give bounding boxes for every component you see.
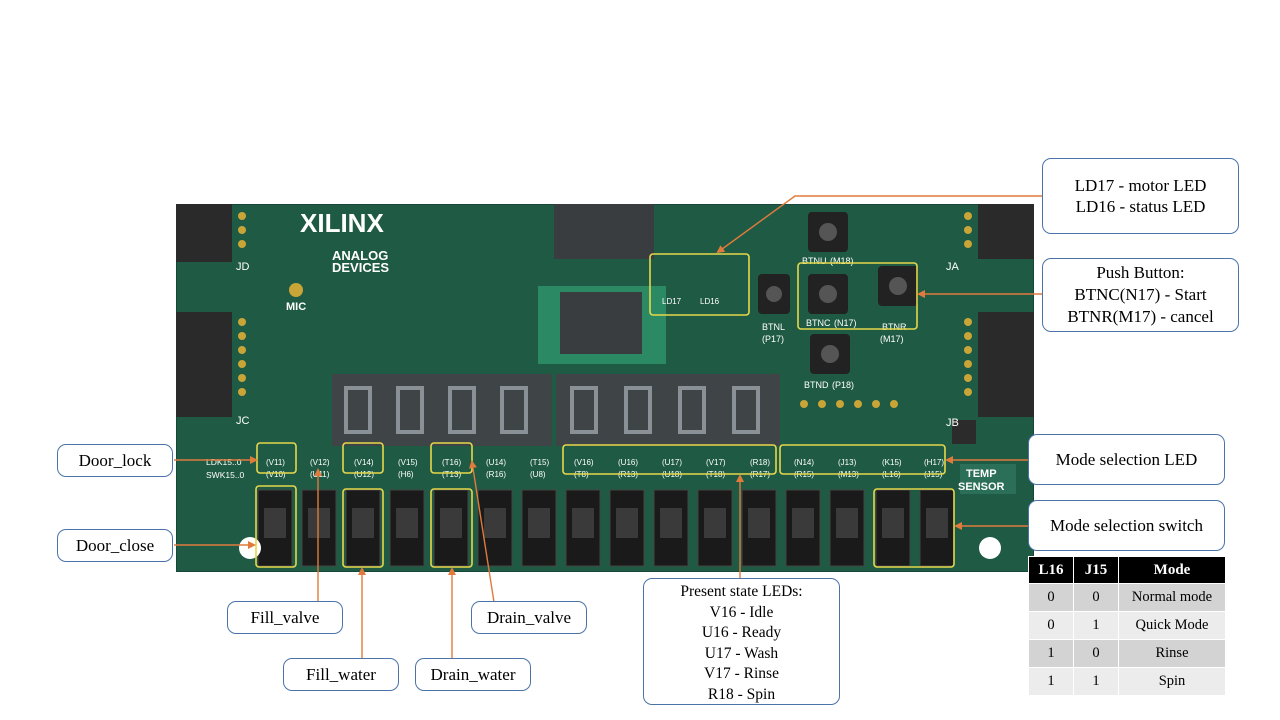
ld17-description: LD17 - motor LED xyxy=(1074,176,1207,195)
highlight-box-v14 xyxy=(342,442,384,474)
callout-fill-valve: Fill_valve xyxy=(227,601,343,634)
callout-door-lock: Door_lock xyxy=(57,444,173,477)
table-row: 1 0 Rinse xyxy=(1029,640,1225,667)
state-idle: V16 - Idle xyxy=(709,603,774,621)
callout-door-close: Door_close xyxy=(57,529,173,562)
table-row: 0 0 Normal mode xyxy=(1029,584,1225,611)
table-cell: Normal mode xyxy=(1119,584,1225,611)
table-cell: Rinse xyxy=(1119,640,1225,667)
callout-drain-water: Drain_water xyxy=(415,658,531,691)
fill-valve-label: Fill_valve xyxy=(250,607,320,627)
callout-mode-selection-switch: Mode selection switch xyxy=(1028,500,1225,551)
highlight-box-mode-switches xyxy=(873,488,955,568)
callout-drain-valve: Drain_valve xyxy=(471,601,587,634)
table-cell: 1 xyxy=(1029,668,1073,695)
present-state-title: Present state LEDs: xyxy=(680,583,803,600)
callout-present-state-leds: Present state LEDs: V16 - Idle U16 - Rea… xyxy=(643,578,840,705)
ld16-description: LD16 - status LED xyxy=(1075,197,1206,216)
mode-table-header: L16 J15 Mode xyxy=(1029,557,1225,583)
callout-led-info: LD17 - motor LED LD16 - status LED xyxy=(1042,158,1239,234)
mode-switch-label: Mode selection switch xyxy=(1050,515,1203,535)
drain-water-label: Drain_water xyxy=(430,664,516,684)
table-row: 1 1 Spin xyxy=(1029,668,1225,695)
table-cell: 1 xyxy=(1074,612,1118,639)
drain-valve-label: Drain_valve xyxy=(486,607,572,627)
callout-fill-water: Fill_water xyxy=(283,658,399,691)
table-row: 0 1 Quick Mode xyxy=(1029,612,1225,639)
btnc-description: BTNC(N17) - Start xyxy=(1074,285,1207,304)
fill-water-label: Fill_water xyxy=(306,664,376,684)
mode-led-label: Mode selection LED xyxy=(1055,449,1198,469)
arrow-drain-valve xyxy=(468,460,495,603)
highlight-box-v11 xyxy=(256,442,297,474)
arrow-led-info xyxy=(716,195,1042,254)
table-cell: 1 xyxy=(1074,668,1118,695)
table-cell: 1 xyxy=(1029,640,1073,667)
state-ready: U16 - Ready xyxy=(701,624,782,641)
highlight-box-switch-drain xyxy=(430,488,473,568)
header-j15: J15 xyxy=(1074,557,1118,583)
table-cell: 0 xyxy=(1074,584,1118,611)
state-wash: U17 - Wash xyxy=(704,644,779,662)
highlight-box-t16 xyxy=(430,442,473,474)
table-cell: 0 xyxy=(1074,640,1118,667)
callout-mode-selection-led: Mode selection LED xyxy=(1028,434,1225,485)
push-button-title: Push Button: xyxy=(1096,263,1185,282)
highlight-box-mode-leds xyxy=(779,444,946,475)
table-cell: 0 xyxy=(1029,612,1073,639)
door-lock-label: Door_lock xyxy=(78,450,152,470)
highlight-box-switch-door xyxy=(255,485,297,568)
door-close-label: Door_close xyxy=(75,535,155,555)
highlight-box-buttons xyxy=(797,262,918,330)
mode-table: L16 J15 Mode 0 0 Normal mode 0 1 Quick M… xyxy=(1028,556,1226,696)
table-cell: Spin xyxy=(1119,668,1225,695)
state-rinse: V17 - Rinse xyxy=(704,665,779,682)
callout-push-button: Push Button: BTNC(N17) - Start BTNR(M17)… xyxy=(1042,258,1239,332)
highlight-box-state-leds xyxy=(562,444,777,475)
header-l16: L16 xyxy=(1029,557,1073,583)
highlight-box-ld16-ld17 xyxy=(649,253,750,316)
state-spin: R18 - Spin xyxy=(707,685,776,703)
btnr-description: BTNR(M17) - cancel xyxy=(1067,307,1214,326)
header-mode: Mode xyxy=(1119,557,1225,583)
highlight-box-switch-fill xyxy=(342,488,384,568)
table-cell: 0 xyxy=(1029,584,1073,611)
table-cell: Quick Mode xyxy=(1119,612,1225,639)
